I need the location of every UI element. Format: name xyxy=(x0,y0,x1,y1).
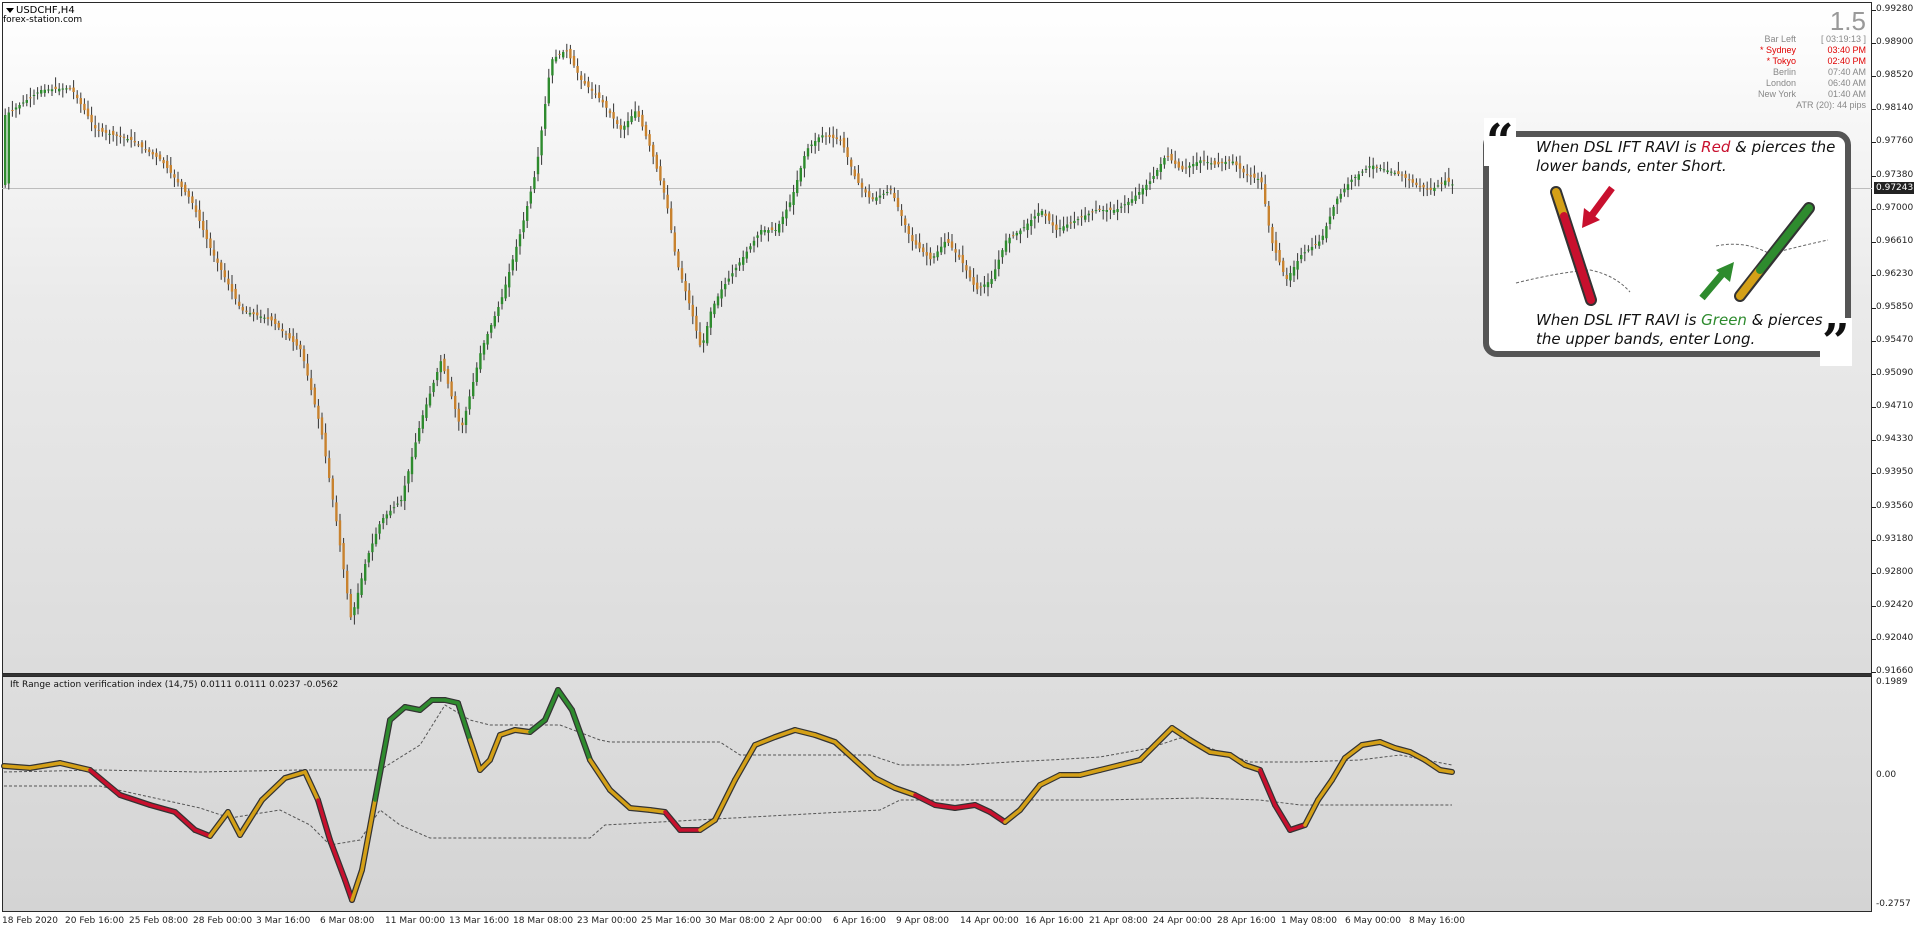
long-example-green xyxy=(1756,204,1813,274)
lower-band-example xyxy=(1515,269,1631,293)
short-example-red xyxy=(1560,212,1595,304)
callout-illustration xyxy=(1515,185,1829,306)
long-arrow-shaft xyxy=(1699,269,1727,301)
chart-window: USDCHF,H4 forex-station.com 1.5 Bar Left… xyxy=(0,0,1916,933)
short-arrow-shaft xyxy=(1589,185,1615,218)
